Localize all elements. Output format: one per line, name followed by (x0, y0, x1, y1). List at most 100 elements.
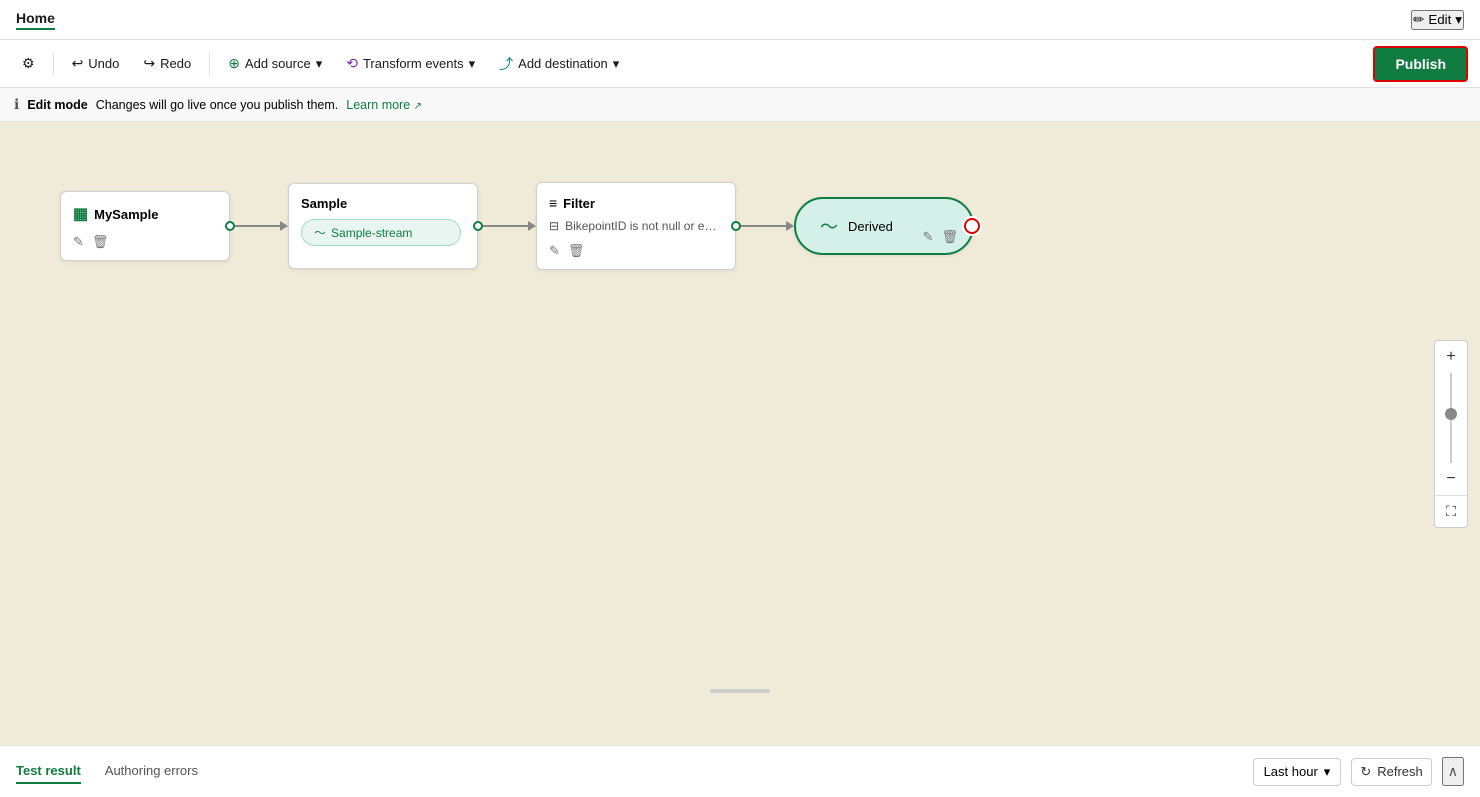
sample-output-dot (473, 221, 483, 231)
refresh-button[interactable]: ↻ Refresh (1351, 758, 1431, 786)
separator-2 (209, 52, 210, 76)
info-icon: ℹ (14, 96, 19, 113)
arrow-1 (280, 221, 288, 231)
refresh-label: Refresh (1377, 764, 1423, 779)
edit-mode-label: Edit mode (27, 98, 87, 112)
mysample-icon: ▦ (73, 204, 88, 224)
settings-icon: ⚙ (22, 55, 35, 72)
flow-container: ▦ MySample ✎ 🗑 Sample 〜 Sample-stream (60, 182, 974, 270)
sample-content: 〜 Sample-stream (301, 219, 461, 246)
derived-delete-icon[interactable]: 🗑 (941, 229, 958, 245)
connector-line-1 (230, 225, 280, 227)
redo-label: Redo (160, 56, 191, 71)
mysample-delete-icon[interactable]: 🗑 (92, 234, 109, 250)
bottom-tabs: Test result Authoring errors (16, 759, 1253, 784)
publish-button[interactable]: Publish (1373, 46, 1468, 82)
mysample-node[interactable]: ▦ MySample ✎ 🗑 (60, 191, 230, 261)
add-destination-chevron-icon: ▾ (613, 56, 620, 72)
mysample-title: ▦ MySample (73, 204, 213, 224)
tab-authoring-errors[interactable]: Authoring errors (105, 759, 198, 784)
redo-icon: ↪ (143, 55, 155, 72)
learn-more-label: Learn more (346, 98, 410, 112)
zoom-slider-track (1450, 373, 1452, 463)
chevron-down-icon: ▾ (1455, 12, 1462, 28)
separator-1 (53, 52, 54, 76)
derived-icon: 〜 (820, 213, 838, 239)
undo-icon: ↩ (72, 55, 84, 72)
add-source-button[interactable]: ⊕ Add source ▾ (218, 49, 332, 78)
settings-button[interactable]: ⚙ (12, 49, 45, 78)
mysample-actions: ✎ 🗑 (73, 234, 213, 250)
tab-test-result[interactable]: Test result (16, 759, 81, 784)
refresh-icon: ↻ (1360, 764, 1371, 780)
title-bar: Home ✏ Edit ▾ (0, 0, 1480, 40)
edit-icon: ✏ (1413, 12, 1424, 28)
home-tab[interactable]: Home (16, 10, 55, 30)
sample-node[interactable]: Sample 〜 Sample-stream (288, 183, 478, 269)
external-link-icon: ↗ (414, 101, 422, 112)
add-source-icon: ⊕ (228, 55, 240, 72)
add-destination-icon: ⤴ (499, 54, 513, 74)
time-range-dropdown[interactable]: Last hour ▾ (1253, 758, 1342, 786)
connector-line-3 (736, 225, 786, 227)
title-bar-left: Home (16, 10, 55, 30)
sample-title: Sample (301, 196, 461, 211)
filter-node[interactable]: ≡ Filter ⊟ BikepointID is not null or e…… (536, 182, 736, 270)
filter-edit-icon[interactable]: ✎ (549, 243, 560, 259)
edit-label: Edit (1428, 12, 1451, 27)
arrow-3 (786, 221, 794, 231)
bottom-panel: Test result Authoring errors Last hour ▾… (0, 745, 1480, 797)
connector-3 (736, 221, 794, 231)
undo-button[interactable]: ↩ Undo (62, 49, 130, 78)
zoom-fit-button[interactable]: ⛶ (1435, 495, 1467, 527)
fit-icon: ⛶ (1446, 503, 1456, 520)
info-message: Changes will go live once you publish th… (96, 98, 339, 112)
info-bar: ℹ Edit mode Changes will go live once yo… (0, 88, 1480, 122)
derived-edit-icon[interactable]: ✎ (923, 229, 934, 245)
transform-events-button[interactable]: ⟲ Transform events ▾ (336, 49, 485, 78)
add-source-chevron-icon: ▾ (316, 56, 323, 72)
edit-button[interactable]: ✏ Edit ▾ (1411, 10, 1464, 30)
title-bar-right: ✏ Edit ▾ (1411, 10, 1464, 30)
mysample-output-dot (225, 221, 235, 231)
toolbar: ⚙ ↩ Undo ↪ Redo ⊕ Add source ▾ ⟲ Transfo… (0, 40, 1480, 88)
undo-label: Undo (88, 56, 119, 71)
stream-pill: 〜 Sample-stream (301, 219, 461, 246)
zoom-in-button[interactable]: + (1435, 341, 1467, 373)
derived-node[interactable]: 〜 Derived ✎ 🗑 (794, 197, 974, 255)
derived-actions: ✎ 🗑 (923, 229, 958, 245)
collapse-button[interactable]: ∧ (1442, 757, 1464, 786)
mysample-edit-icon[interactable]: ✎ (73, 234, 84, 250)
zoom-out-button[interactable]: − (1435, 463, 1467, 495)
scroll-indicator (710, 689, 770, 693)
filter-actions: ✎ 🗑 (549, 243, 719, 259)
time-range-label: Last hour (1264, 764, 1318, 779)
filter-output-dot (731, 221, 741, 231)
add-source-label: Add source (245, 56, 311, 71)
stream-icon: 〜 (314, 224, 326, 241)
connector-line-2 (478, 225, 528, 227)
connector-1 (230, 221, 288, 231)
zoom-slider-thumb[interactable] (1445, 408, 1457, 420)
filter-row-icon: ⊟ (549, 219, 559, 233)
bottom-controls: Last hour ▾ ↻ Refresh ∧ (1253, 757, 1464, 786)
time-range-chevron-icon: ▾ (1324, 764, 1331, 780)
connector-2 (478, 221, 536, 231)
filter-content: ⊟ BikepointID is not null or e… (549, 219, 719, 233)
arrow-2 (528, 221, 536, 231)
add-destination-label: Add destination (518, 56, 608, 71)
derived-output-dot[interactable] (964, 218, 980, 234)
transform-events-label: Transform events (363, 56, 464, 71)
transform-events-chevron-icon: ▾ (469, 56, 476, 72)
canvas[interactable]: ▦ MySample ✎ 🗑 Sample 〜 Sample-stream (0, 122, 1480, 745)
filter-row: ⊟ BikepointID is not null or e… (549, 219, 719, 233)
learn-more-link[interactable]: Learn more ↗ (346, 98, 422, 112)
filter-icon: ≡ (549, 195, 557, 211)
filter-title: ≡ Filter (549, 195, 719, 211)
add-destination-button[interactable]: ⤴ Add destination ▾ (489, 48, 629, 80)
zoom-controls: + − ⛶ (1434, 340, 1468, 528)
redo-button[interactable]: ↪ Redo (133, 49, 201, 78)
derived-title: Derived (848, 219, 893, 234)
transform-events-icon: ⟲ (346, 55, 358, 72)
filter-delete-icon[interactable]: 🗑 (568, 243, 585, 259)
